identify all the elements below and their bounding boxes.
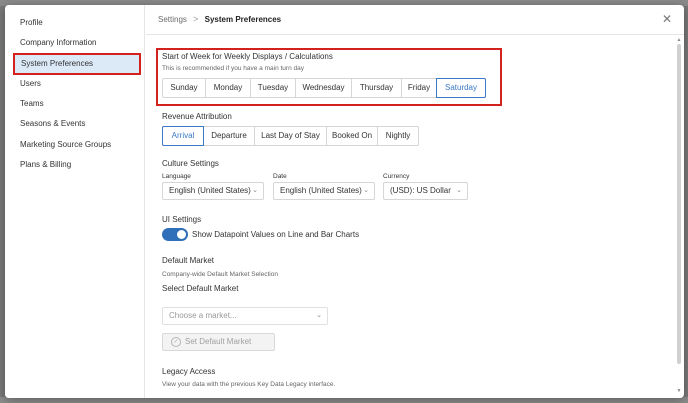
revenue-attribution-title: Revenue Attribution <box>162 112 232 121</box>
default-market-placeholder: Choose a market... <box>169 311 237 320</box>
legacy-access-section: Legacy Access View your data with the pr… <box>162 367 335 388</box>
sidebar-item-seasons-events[interactable]: Seasons & Events <box>13 114 142 134</box>
chevron-down-icon: ⌄ <box>252 187 258 194</box>
language-label: Language <box>162 173 191 180</box>
revenue-option-nightly[interactable]: Nightly <box>377 126 419 146</box>
settings-sidebar: Profile Company Information System Prefe… <box>5 5 145 398</box>
currency-label: Currency <box>383 173 410 180</box>
preferences-scroll-area[interactable]: Start of Week for Weekly Displays / Calc… <box>146 36 684 398</box>
language-value: English (United States) <box>169 186 251 195</box>
default-market-subtitle: Company-wide Default Market Selection <box>162 271 278 278</box>
select-default-market-title: Select Default Market <box>162 284 239 293</box>
page-title: System Preferences <box>204 15 282 24</box>
day-option-monday[interactable]: Monday <box>205 78 251 98</box>
culture-settings-title: Culture Settings <box>162 159 219 168</box>
close-icon[interactable]: ✕ <box>660 12 674 26</box>
toggle-knob <box>177 230 186 239</box>
revenue-attribution-group: Arrival Departure Last Day of Stay Booke… <box>162 126 419 146</box>
vertical-scrollbar[interactable]: ▲ ▼ <box>676 38 682 394</box>
settings-modal: Profile Company Information System Prefe… <box>5 5 684 398</box>
day-option-friday[interactable]: Friday <box>401 78 437 98</box>
day-option-thursday[interactable]: Thursday <box>351 78 402 98</box>
date-value: English (United States) <box>280 186 362 195</box>
date-select[interactable]: English (United States) ⌄ <box>273 182 375 200</box>
date-label: Date <box>273 173 287 180</box>
revenue-option-booked-on[interactable]: Booked On <box>326 126 378 146</box>
revenue-option-departure[interactable]: Departure <box>203 126 255 146</box>
day-option-saturday[interactable]: Saturday <box>436 78 486 98</box>
check-circle-icon: ✓ <box>171 337 181 347</box>
week-start-subtitle: This is recommended if you have a main t… <box>162 65 304 72</box>
revenue-option-last-day-of-stay[interactable]: Last Day of Stay <box>254 126 327 146</box>
revenue-option-arrival[interactable]: Arrival <box>162 126 204 146</box>
language-select[interactable]: English (United States) ⌄ <box>162 182 264 200</box>
week-start-title: Start of Week for Weekly Displays / Calc… <box>162 52 333 61</box>
culture-settings-section: Culture Settings <box>162 159 219 168</box>
ui-settings-section: UI Settings <box>162 215 201 224</box>
day-option-sunday[interactable]: Sunday <box>162 78 206 98</box>
sidebar-item-marketing-source-groups[interactable]: Marketing Source Groups <box>13 135 142 155</box>
ui-settings-title: UI Settings <box>162 215 202 224</box>
default-market-select[interactable]: Choose a market... ⌄ <box>162 307 328 325</box>
datapoint-values-toggle[interactable] <box>162 228 188 241</box>
settings-content: Settings > System Preferences ✕ Start of… <box>146 5 684 398</box>
default-market-title: Default Market <box>162 256 215 265</box>
chevron-down-icon: ⌄ <box>316 312 322 319</box>
chevron-down-icon: ⌄ <box>456 187 462 194</box>
sidebar-item-profile[interactable]: Profile <box>13 13 142 33</box>
week-start-section: Start of Week for Weekly Displays / Calc… <box>162 52 333 72</box>
breadcrumb-separator: > <box>193 14 199 24</box>
legacy-access-subtitle: View your data with the previous Key Dat… <box>162 381 336 388</box>
scroll-down-icon[interactable]: ▼ <box>676 389 682 394</box>
chevron-down-icon: ⌄ <box>363 187 369 194</box>
default-market-section: Default Market Company-wide Default Mark… <box>162 256 278 293</box>
day-option-tuesday[interactable]: Tuesday <box>250 78 296 98</box>
set-default-market-button[interactable]: ✓ Set Default Market <box>162 333 275 351</box>
week-start-day-group: Sunday Monday Tuesday Wednesday Thursday… <box>162 78 486 98</box>
legacy-access-title: Legacy Access <box>162 367 216 376</box>
sidebar-item-plans-billing[interactable]: Plans & Billing <box>13 155 142 175</box>
datapoint-values-label: Show Datapoint Values on Line and Bar Ch… <box>192 230 360 239</box>
sidebar-item-teams[interactable]: Teams <box>13 94 142 114</box>
sidebar-item-users[interactable]: Users <box>13 74 142 94</box>
breadcrumb: Settings > System Preferences ✕ <box>146 5 684 35</box>
revenue-attribution-section: Revenue Attribution <box>162 112 232 121</box>
currency-value: (USD): US Dollar <box>390 186 451 195</box>
breadcrumb-settings[interactable]: Settings <box>158 15 187 24</box>
sidebar-item-system-preferences[interactable]: System Preferences <box>13 52 141 75</box>
scrollbar-thumb[interactable] <box>677 44 681 364</box>
scroll-up-icon[interactable]: ▲ <box>676 38 682 43</box>
day-option-wednesday[interactable]: Wednesday <box>295 78 352 98</box>
datapoint-values-label-wrap: Show Datapoint Values on Line and Bar Ch… <box>192 230 359 239</box>
currency-select[interactable]: (USD): US Dollar ⌄ <box>383 182 468 200</box>
sidebar-item-company-information[interactable]: Company Information <box>13 33 142 53</box>
set-default-market-label: Set Default Market <box>185 337 252 346</box>
